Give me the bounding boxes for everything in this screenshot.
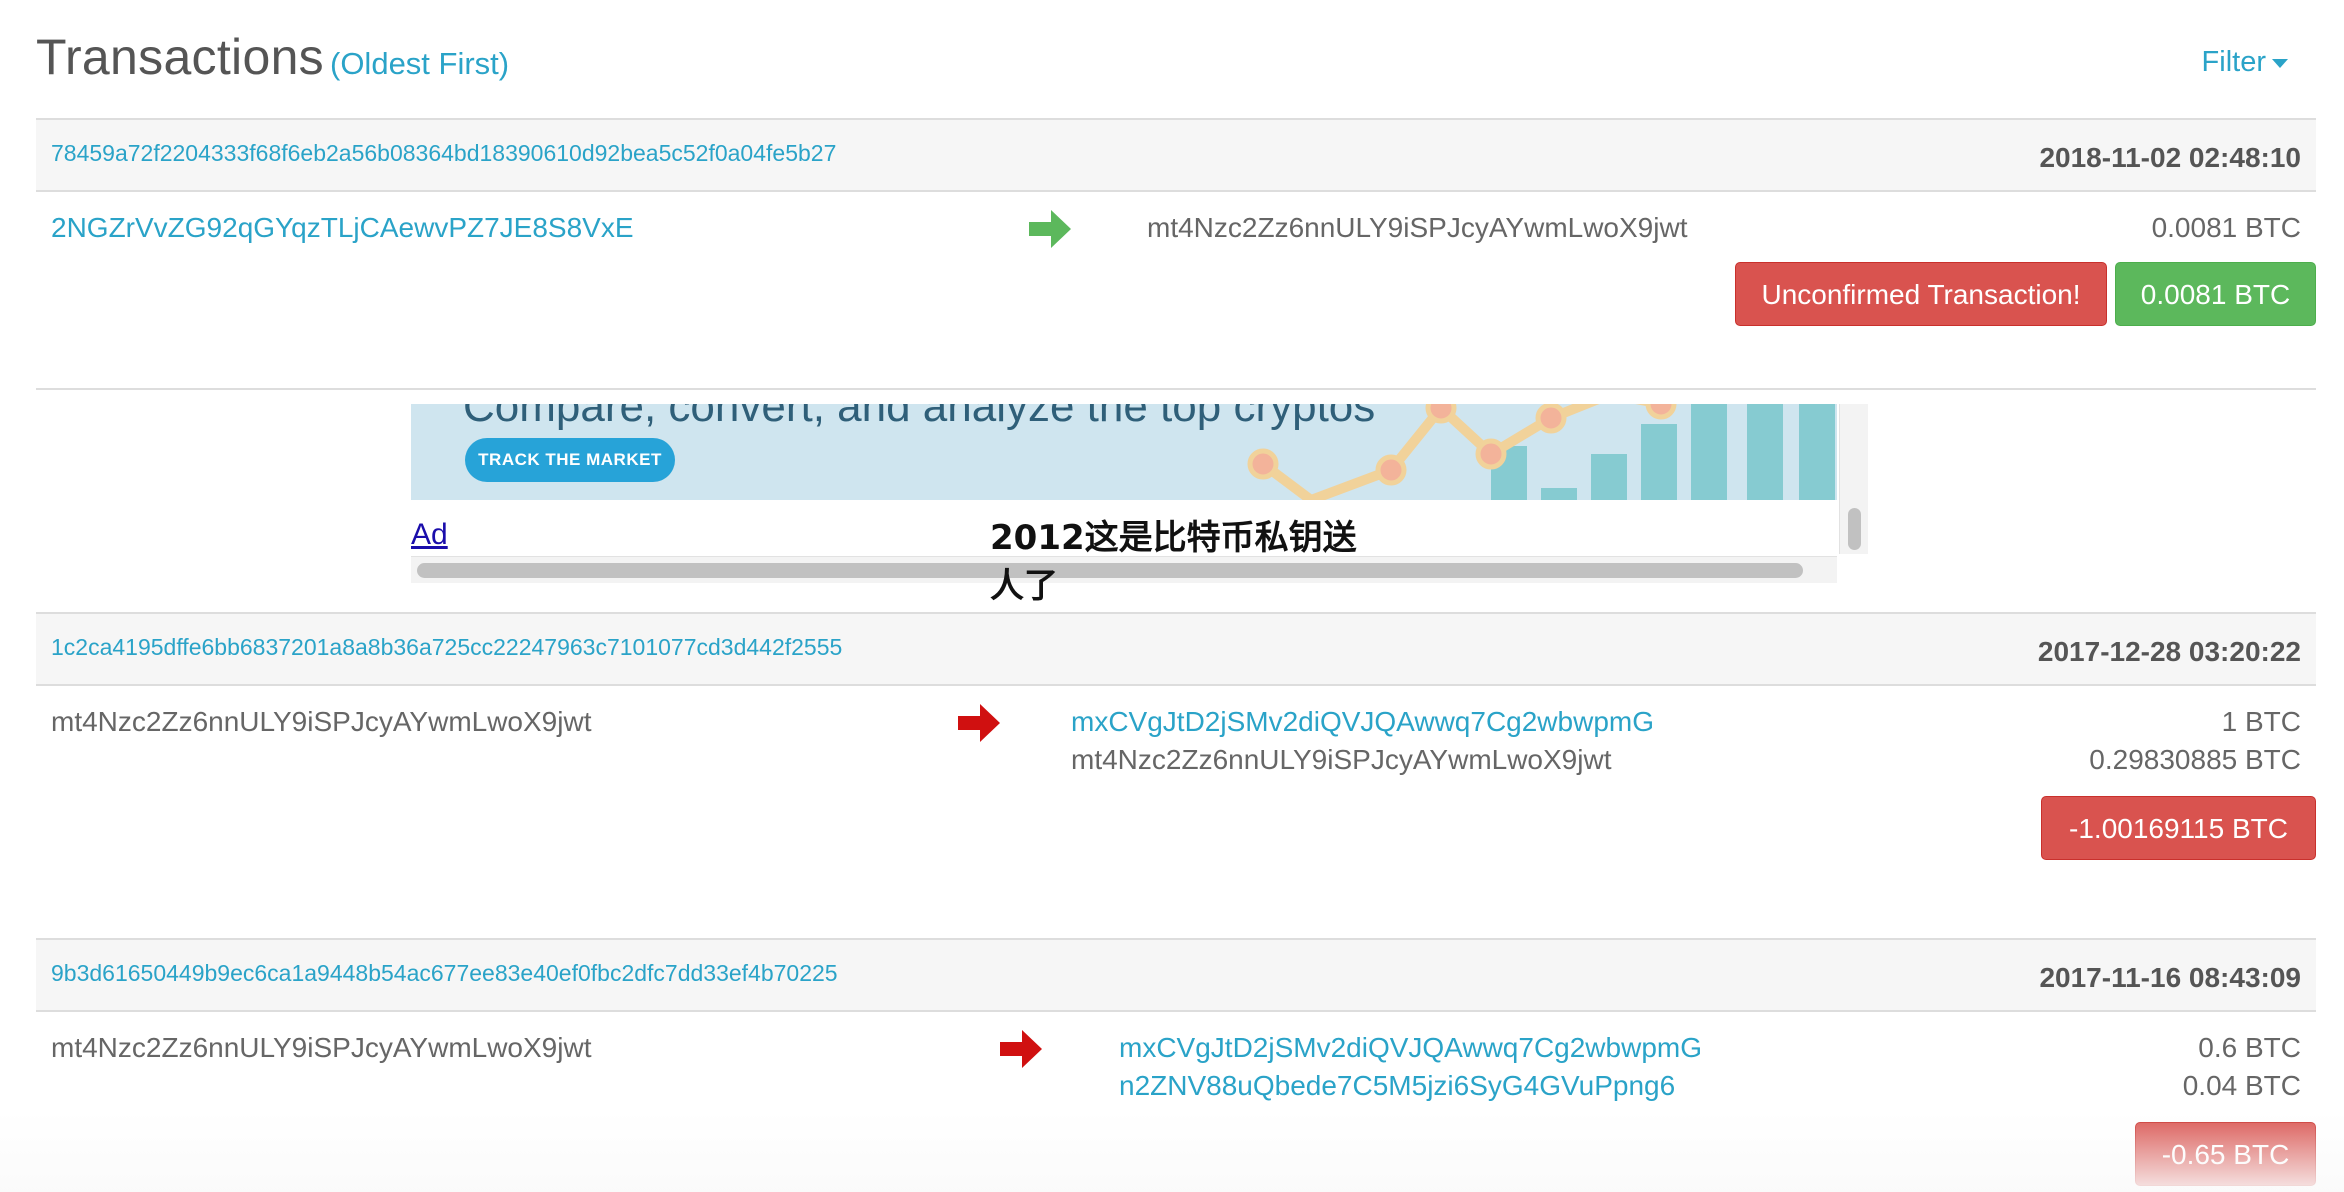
ad-label-link[interactable]: Ad <box>411 518 448 552</box>
ad-vertical-scroll-thumb[interactable] <box>1848 508 1861 550</box>
arrow-right-red-icon <box>958 704 1000 742</box>
output-amount: 0.04 BTC <box>2182 1070 2301 1101</box>
transaction-total-badge: -1.00169115 BTC <box>2041 796 2316 860</box>
ad-vertical-scrollbar[interactable] <box>1839 404 1868 554</box>
transaction-block: 1c2ca4195dffe6bb6837201a8a8b36a725cc2224… <box>36 612 2316 940</box>
sender-address-link[interactable]: 2NGZrVvZG92qGYqzTLjCAewvPZ7JE8S8VxE <box>51 212 634 244</box>
transaction-header-row: 78459a72f2204333f68f6eb2a56b08364bd18390… <box>36 120 2316 192</box>
unconfirmed-status-badge: Unconfirmed Transaction! <box>1735 262 2107 326</box>
track-market-button[interactable]: TRACK THE MARKET <box>465 438 675 482</box>
section-divider <box>36 388 2316 390</box>
recipient-address-link[interactable]: n2ZNV88uQbede7C5M5jzi6SyG4GVuPpng6 <box>1119 1070 1675 1102</box>
output-amount: 1 BTC <box>2221 706 2301 737</box>
transaction-header-row: 9b3d61650449b9ec6ca1a9448b54ac677ee83e40… <box>36 940 2316 1012</box>
sender-address: mt4Nzc2Zz6nnULY9iSPJcyAYwmLwoX9jwt <box>51 706 592 737</box>
transaction-hash-link[interactable]: 9b3d61650449b9ec6ca1a9448b54ac677ee83e40… <box>51 960 838 987</box>
transaction-timestamp: 2017-11-16 08:43:09 <box>2039 962 2301 993</box>
chart-graphic-icon <box>1247 404 1835 500</box>
recipient-address-link[interactable]: mxCVgJtD2jSMv2diQVJQAwwq7Cg2wbwpmG <box>1119 1032 1702 1064</box>
sender-address: mt4Nzc2Zz6nnULY9iSPJcyAYwmLwoX9jwt <box>51 1032 592 1063</box>
arrow-right-red-icon <box>1000 1030 1042 1068</box>
overlay-caption: 2012这是比特币私钥送人了 <box>990 518 1357 606</box>
transaction-hash-link[interactable]: 78459a72f2204333f68f6eb2a56b08364bd18390… <box>51 140 836 167</box>
transaction-block: 9b3d61650449b9ec6ca1a9448b54ac677ee83e40… <box>36 940 2316 1192</box>
recipient-address: mt4Nzc2Zz6nnULY9iSPJcyAYwmLwoX9jwt <box>1147 212 1688 243</box>
output-amount: 0.6 BTC <box>2198 1032 2301 1063</box>
transaction-total-badge: 0.0081 BTC <box>2115 262 2316 326</box>
transaction-block: 78459a72f2204333f68f6eb2a56b08364bd18390… <box>36 118 2316 390</box>
change-address: mt4Nzc2Zz6nnULY9iSPJcyAYwmLwoX9jwt <box>1071 744 1612 775</box>
arrow-right-green-icon <box>1029 210 1071 248</box>
filter-dropdown[interactable]: Filter <box>2202 46 2288 79</box>
transactions-header: Transactions (Oldest First) Filter <box>36 28 2316 92</box>
transaction-timestamp: 2017-12-28 03:20:22 <box>2037 636 2301 667</box>
transaction-hash-link[interactable]: 1c2ca4195dffe6bb6837201a8a8b36a725cc2224… <box>51 634 842 661</box>
output-amount: 0.0081 BTC <box>2151 212 2301 243</box>
transaction-header-row: 1c2ca4195dffe6bb6837201a8a8b36a725cc2224… <box>36 614 2316 686</box>
transaction-total-badge: -0.65 BTC <box>2135 1122 2316 1186</box>
page-title: Transactions <box>36 29 324 85</box>
sort-order-link[interactable]: (Oldest First) <box>330 46 509 82</box>
caret-down-icon <box>2272 58 2288 68</box>
ad-banner[interactable]: Compare, convert, and analyze the top cr… <box>411 404 1837 500</box>
output-amount: 0.29830885 BTC <box>2089 744 2301 775</box>
transaction-timestamp: 2018-11-02 02:48:10 <box>2039 142 2301 173</box>
recipient-address-link[interactable]: mxCVgJtD2jSMv2diQVJQAwwq7Cg2wbwpmG <box>1071 706 1654 738</box>
filter-label: Filter <box>2201 46 2266 78</box>
